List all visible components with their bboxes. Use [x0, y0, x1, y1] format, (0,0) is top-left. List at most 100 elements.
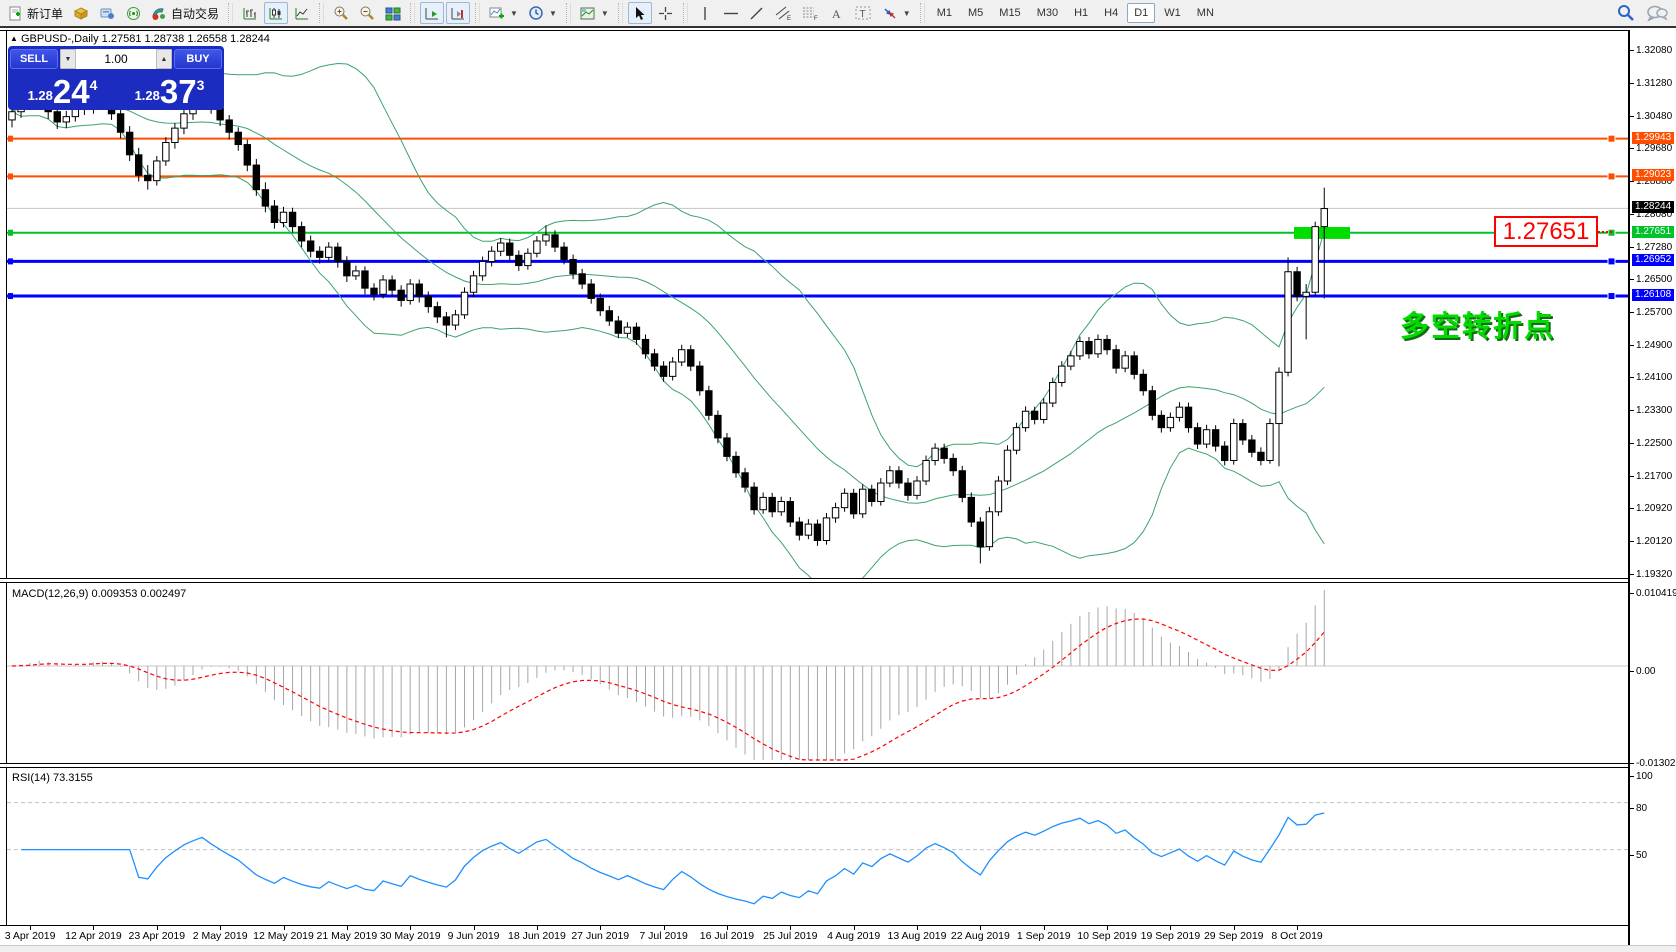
date-label: 18 Jun 2019	[507, 930, 566, 942]
search-icon[interactable]	[1616, 3, 1636, 23]
new-order-icon	[8, 6, 23, 21]
volume-increase-button[interactable]: ▲	[156, 49, 172, 69]
terminal-button[interactable]	[95, 2, 119, 24]
trendline-tool-button[interactable]	[745, 2, 769, 24]
price-tick: 1.25700	[1629, 306, 1673, 318]
crosshair-icon	[658, 6, 673, 21]
timeframe-button-m5[interactable]: M5	[961, 3, 990, 23]
rsi-tick: 50	[1629, 849, 1648, 861]
price-tick: 1.23300	[1629, 405, 1673, 417]
one-click-trade-panel: SELL ▼ 1.00 ▲ BUY 1.28 24 4 1.28 37 3	[8, 46, 224, 110]
text-tool-button[interactable]: A	[825, 2, 849, 24]
zoom-in-icon	[333, 5, 349, 21]
price-callout-box[interactable]: 1.27651	[1494, 216, 1612, 247]
rsi-tick: 80	[1629, 802, 1648, 814]
volume-input[interactable]: 1.00	[76, 49, 156, 69]
toolbar-separator	[475, 3, 481, 23]
macd-indicator-pane[interactable]	[0, 583, 1628, 763]
rsi-indicator-label: RSI(14) 73.3155	[12, 772, 93, 784]
timeframe-button-m30[interactable]: M30	[1030, 3, 1065, 23]
periods-button[interactable]: ▼	[524, 2, 561, 24]
timeframe-button-d1[interactable]: D1	[1127, 3, 1156, 23]
date-label: 12 May 2019	[253, 930, 314, 942]
fibonacci-tool-button[interactable]: F	[798, 2, 823, 24]
main-price-chart[interactable]	[0, 30, 1628, 578]
horizontal-line-icon	[723, 6, 739, 21]
signal-button[interactable]	[121, 2, 145, 24]
vertical-line-tool-button[interactable]	[693, 2, 717, 24]
trendline-icon	[749, 6, 764, 21]
autotrade-button[interactable]: 自动交易	[147, 2, 223, 24]
tile-windows-button[interactable]	[381, 2, 405, 24]
tile-windows-icon	[385, 6, 401, 21]
chart-shift-button[interactable]	[446, 2, 471, 24]
sell-price-quote[interactable]: 1.28 24 4	[10, 71, 115, 109]
text-label-tool-button[interactable]: T	[851, 2, 876, 24]
zoom-out-icon	[359, 5, 375, 21]
date-label: 29 Sep 2019	[1203, 930, 1264, 942]
candlestick-chart-type-button[interactable]	[264, 2, 289, 24]
svg-text:F: F	[814, 16, 818, 21]
timeframe-button-mn[interactable]: MN	[1190, 3, 1221, 23]
svg-text:E: E	[787, 16, 791, 21]
price-tick: 1.20120	[1629, 535, 1673, 547]
price-scale-axis[interactable]: 1.32080 1.31280 1.30480 1.29680 1.28880 1.280…	[1628, 30, 1676, 945]
horizontal-line-tool-button[interactable]	[719, 2, 743, 24]
templates-button[interactable]: ▼	[576, 2, 613, 24]
pane-splitter[interactable]	[0, 763, 1676, 768]
new-order-button[interactable]: 新订单	[4, 2, 67, 24]
svg-text:A: A	[832, 7, 841, 21]
price-tick: 1.29680	[1629, 143, 1673, 155]
timeframe-button-h4[interactable]: H4	[1097, 3, 1125, 23]
price-tick: 1.21700	[1629, 470, 1673, 482]
timeframe-button-h1[interactable]: H1	[1067, 3, 1095, 23]
date-label: 10 Sep 2019	[1077, 930, 1137, 942]
price-tick: 1.24100	[1629, 372, 1673, 384]
buy-price-big: 37	[159, 73, 197, 110]
timeframe-group: M1 M5 M15 M30 H1 H4 D1 W1 MN	[930, 3, 1221, 23]
date-label: 21 May 2019	[316, 930, 378, 942]
crosshair-button[interactable]	[654, 2, 678, 24]
indicators-button[interactable]: ▼	[485, 2, 522, 24]
zoom-in-button[interactable]	[329, 2, 353, 24]
equidistant-channel-icon: E	[775, 5, 792, 21]
vertical-line-icon	[700, 6, 710, 21]
auto-scroll-button[interactable]	[420, 2, 445, 24]
date-axis[interactable]: 3 Apr 2019 12 Apr 2019 23 Apr 2019 2 May 20…	[0, 925, 1628, 945]
price-tick: 1.22500	[1629, 438, 1673, 450]
chat-icon[interactable]	[1646, 3, 1668, 23]
date-label: 30 May 2019	[379, 930, 441, 942]
volume-decrease-button[interactable]: ▼	[60, 49, 76, 69]
timeframe-button-m1[interactable]: M1	[930, 3, 959, 23]
timeframe-button-m15[interactable]: M15	[992, 3, 1027, 23]
price-tick: 1.32080	[1629, 45, 1673, 56]
zoom-out-button[interactable]	[355, 2, 379, 24]
buy-price-base: 1.28	[134, 88, 160, 103]
toolbar-separator	[228, 3, 234, 23]
shapes-button[interactable]: ▼	[878, 2, 915, 24]
market-watch-button[interactable]	[69, 2, 93, 24]
collapse-icon[interactable]: ▲	[10, 34, 18, 43]
date-label: 7 Jul 2019	[639, 930, 688, 942]
channel-tool-button[interactable]: E	[771, 2, 796, 24]
date-label: 9 Jun 2019	[447, 930, 500, 942]
rsi-indicator-pane[interactable]	[0, 768, 1628, 925]
buy-price-sup: 3	[196, 77, 205, 93]
svg-text:T: T	[859, 9, 865, 20]
buy-price-quote[interactable]: 1.28 37 3	[117, 71, 222, 109]
toolbar-separator	[565, 3, 571, 23]
date-label: 8 Oct 2019	[1271, 930, 1323, 942]
sell-button[interactable]: SELL	[10, 49, 58, 69]
pane-splitter[interactable]	[0, 578, 1676, 583]
chart-annotation-text[interactable]: 多空转折点	[1400, 303, 1555, 345]
autotrade-icon	[151, 6, 167, 21]
cursor-button[interactable]	[627, 2, 652, 24]
bar-chart-type-button[interactable]	[238, 2, 262, 24]
chart-low-value: 1.26558	[187, 33, 228, 45]
price-line-label: 1.29943	[1632, 131, 1675, 144]
buy-button[interactable]: BUY	[174, 49, 222, 69]
dropdown-caret-icon: ▼	[548, 8, 557, 18]
timeframe-button-w1[interactable]: W1	[1157, 3, 1188, 23]
line-chart-type-button[interactable]	[290, 2, 314, 24]
date-label: 16 Jul 2019	[699, 930, 755, 942]
